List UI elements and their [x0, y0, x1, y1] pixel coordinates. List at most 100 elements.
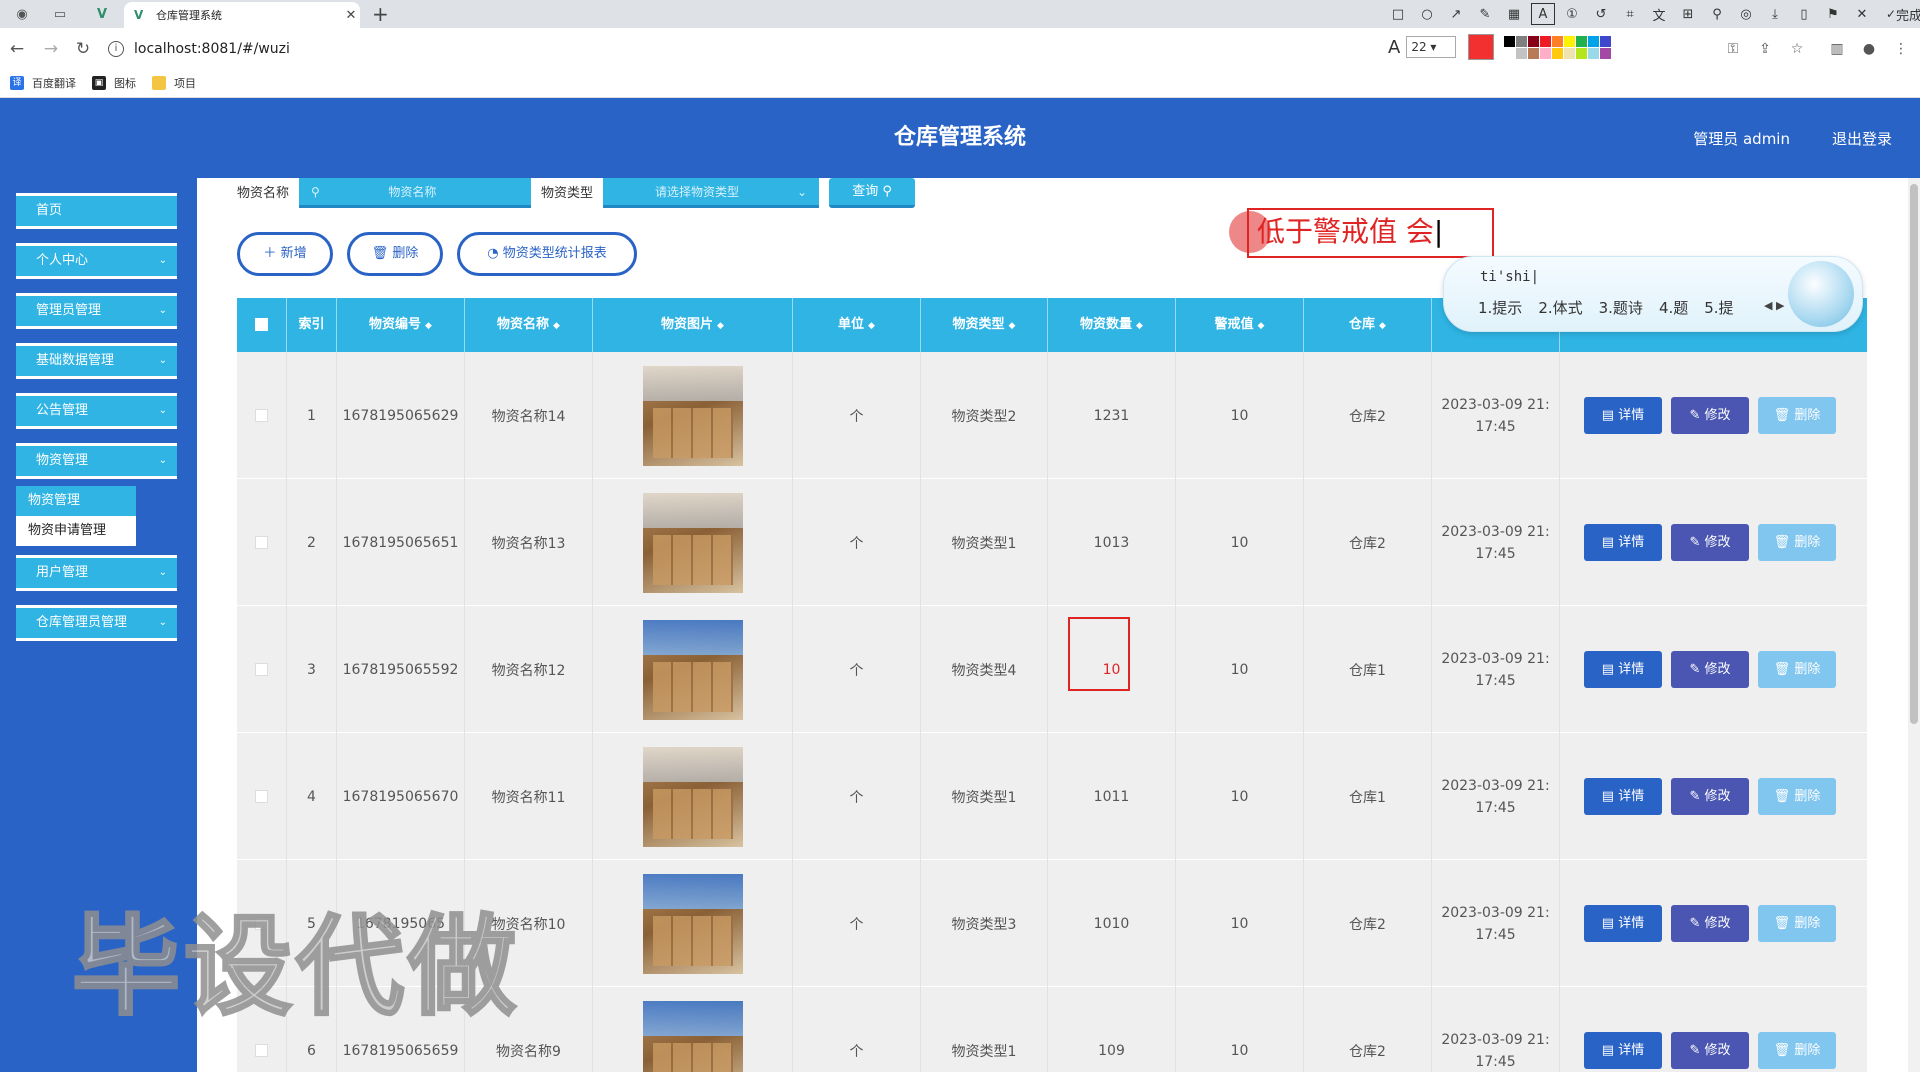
- color-swatch[interactable]: [1576, 35, 1588, 47]
- edit-button[interactable]: ✎ 修改: [1671, 1032, 1749, 1069]
- detail-button[interactable]: ▤ 详情: [1584, 651, 1662, 688]
- font-size-select[interactable]: 22 ▾: [1406, 36, 1457, 58]
- undo-icon[interactable]: ↺: [1589, 3, 1613, 25]
- row-checkbox[interactable]: [255, 790, 268, 803]
- color-swatch[interactable]: [1600, 47, 1612, 59]
- browser-menu-icon[interactable]: ◉: [12, 4, 32, 24]
- sidebar-item-profile[interactable]: 个人中心 ⌄: [16, 243, 177, 279]
- row-checkbox[interactable]: [255, 1044, 268, 1057]
- star-icon[interactable]: ☆: [1786, 38, 1808, 60]
- color-swatch[interactable]: [1528, 35, 1540, 47]
- material-image[interactable]: [642, 365, 743, 466]
- phone-icon[interactable]: ▯: [1792, 3, 1816, 25]
- color-swatch[interactable]: [1564, 35, 1576, 47]
- sidebar-item-materials[interactable]: 物资管理 ⌄: [16, 443, 177, 479]
- bookmark-item[interactable]: 项目: [152, 75, 196, 91]
- more-icon[interactable]: ⋮: [1890, 38, 1912, 60]
- record-icon[interactable]: ◎: [1734, 3, 1758, 25]
- delete-button[interactable]: 🗑 删除: [1758, 397, 1836, 434]
- ellipse-tool-icon[interactable]: ○: [1415, 3, 1439, 25]
- active-tab[interactable]: V 仓库管理系统 ✕: [124, 2, 360, 28]
- ime-candidate[interactable]: 4.题: [1659, 297, 1688, 318]
- color-swatch[interactable]: [1576, 47, 1588, 59]
- scrollbar-thumb[interactable]: [1910, 184, 1918, 724]
- logout-link[interactable]: 退出登录: [1832, 128, 1892, 149]
- sidebar-item-admin[interactable]: 管理员管理 ⌄: [16, 293, 177, 329]
- bookmark-icon[interactable]: ⚑: [1821, 3, 1845, 25]
- ime-candidate[interactable]: 2.体式: [1538, 297, 1582, 318]
- share-icon[interactable]: ⇪: [1754, 38, 1776, 60]
- col-name[interactable]: 物资名称 ◆: [465, 298, 593, 352]
- material-image[interactable]: [642, 619, 743, 720]
- delete-button[interactable]: 🗑 删除: [1758, 651, 1836, 688]
- download-icon[interactable]: ⤓: [1763, 3, 1787, 25]
- pinned-tab-icon[interactable]: ▭: [50, 4, 70, 24]
- ime-candidate[interactable]: 5.提: [1704, 297, 1733, 318]
- edit-button[interactable]: ✎ 修改: [1671, 651, 1749, 688]
- sidebar-item-warehouse-admin[interactable]: 仓库管理员管理 ⌄: [16, 605, 177, 641]
- batch-delete-button[interactable]: 🗑 删除: [347, 232, 443, 276]
- col-unit[interactable]: 单位 ◆: [793, 298, 921, 352]
- color-swatch[interactable]: [1564, 47, 1576, 59]
- color-swatch[interactable]: [1516, 47, 1528, 59]
- bookmark-item[interactable]: 译 百度翻译: [10, 75, 76, 91]
- material-image[interactable]: [642, 1000, 743, 1072]
- bookmark-item[interactable]: ▣ 图标: [92, 75, 136, 91]
- color-swatch[interactable]: [1552, 47, 1564, 59]
- close-icon[interactable]: ✕: [1850, 3, 1874, 25]
- rectangle-tool-icon[interactable]: □: [1386, 3, 1410, 25]
- color-swatch[interactable]: [1600, 35, 1612, 47]
- detail-button[interactable]: ▤ 详情: [1584, 397, 1662, 434]
- annotation-text-box[interactable]: 低于警戒值 会|: [1247, 208, 1494, 258]
- color-swatch[interactable]: [1588, 35, 1600, 47]
- pen-tool-icon[interactable]: ✎: [1473, 3, 1497, 25]
- edit-button[interactable]: ✎ 修改: [1671, 397, 1749, 434]
- col-alert[interactable]: 警戒值 ◆: [1176, 298, 1304, 352]
- delete-button[interactable]: 🗑 删除: [1758, 1032, 1836, 1069]
- add-button[interactable]: ＋ 新增: [237, 232, 333, 276]
- vue-favicon-icon[interactable]: V: [92, 4, 112, 24]
- query-button[interactable]: 查询 ⚲: [829, 178, 916, 208]
- detail-button[interactable]: ▤ 详情: [1584, 1032, 1662, 1069]
- reload-icon[interactable]: ↻: [72, 38, 94, 60]
- profile-icon[interactable]: ●: [1858, 38, 1880, 60]
- delete-button[interactable]: 🗑 删除: [1758, 905, 1836, 942]
- ime-candidate[interactable]: 1.提示: [1478, 297, 1522, 318]
- sidebar-item-home[interactable]: 首页: [16, 193, 177, 229]
- current-color-swatch[interactable]: [1468, 34, 1495, 60]
- arrow-tool-icon[interactable]: ↗: [1444, 3, 1468, 25]
- tab-close-icon[interactable]: ✕: [342, 8, 360, 23]
- text-tool-icon[interactable]: A: [1531, 3, 1555, 25]
- crop-icon[interactable]: ⌗: [1618, 3, 1642, 25]
- edit-button[interactable]: ✎ 修改: [1671, 905, 1749, 942]
- row-checkbox[interactable]: [255, 409, 268, 422]
- material-image[interactable]: [642, 873, 743, 974]
- color-swatch[interactable]: [1504, 47, 1516, 59]
- row-checkbox[interactable]: [255, 536, 268, 549]
- type-report-button[interactable]: ◔ 物资类型统计报表: [457, 232, 637, 276]
- sidebar-item-notice[interactable]: 公告管理 ⌄: [16, 393, 177, 429]
- col-type[interactable]: 物资类型 ◆: [921, 298, 1048, 352]
- key-icon[interactable]: ⚿: [1722, 38, 1744, 60]
- color-swatch[interactable]: [1588, 47, 1600, 59]
- col-quantity[interactable]: 物资数量 ◆: [1048, 298, 1176, 352]
- translate-icon[interactable]: 文: [1647, 3, 1671, 25]
- detail-button[interactable]: ▤ 详情: [1584, 905, 1662, 942]
- color-swatch[interactable]: [1552, 35, 1564, 47]
- col-image[interactable]: 物资图片 ◆: [593, 298, 793, 352]
- ocr-icon[interactable]: ⊞: [1676, 3, 1700, 25]
- sidebar-item-users[interactable]: 用户管理 ⌄: [16, 555, 177, 591]
- submenu-materials[interactable]: 物资管理: [16, 486, 136, 516]
- forward-icon[interactable]: →: [40, 38, 62, 60]
- ime-page-arrows-icon[interactable]: ◀ ▶: [1764, 299, 1784, 312]
- color-swatch[interactable]: [1540, 47, 1552, 59]
- pin-icon[interactable]: ⚲: [1705, 3, 1729, 25]
- mosaic-tool-icon[interactable]: ▦: [1502, 3, 1526, 25]
- sidepanel-icon[interactable]: ▥: [1826, 38, 1848, 60]
- material-type-select[interactable]: 请选择物资类型 ⌄: [603, 178, 820, 208]
- material-image[interactable]: [642, 492, 743, 593]
- page-scrollbar[interactable]: [1908, 178, 1920, 1072]
- color-swatch[interactable]: [1540, 35, 1552, 47]
- material-image[interactable]: [642, 746, 743, 847]
- new-tab-icon[interactable]: +: [372, 2, 389, 26]
